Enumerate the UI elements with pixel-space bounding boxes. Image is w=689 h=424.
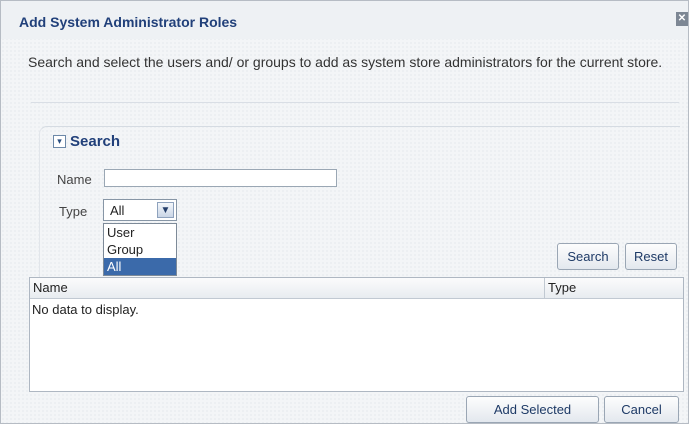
type-label: Type (59, 204, 88, 219)
cancel-button[interactable]: Cancel (604, 396, 679, 423)
type-option-user[interactable]: User (104, 224, 176, 241)
chevron-down-icon[interactable]: ▾ (53, 135, 66, 148)
add-selected-button[interactable]: Add Selected (466, 396, 599, 423)
type-dropdown-list: User Group All (103, 223, 177, 276)
search-section-title: Search (70, 133, 121, 150)
dialog-titlebar: Add System Administrator Roles ✕ (1, 1, 688, 39)
type-select[interactable]: All ▼ (103, 199, 177, 221)
results-table: Name Type No data to display. (29, 277, 684, 392)
type-select-value: All (110, 203, 125, 218)
divider (31, 102, 679, 103)
dialog-description: Search and select the users and/ or grou… (28, 54, 663, 70)
reset-button[interactable]: Reset (625, 243, 677, 270)
column-header-name[interactable]: Name (30, 278, 545, 298)
close-icon[interactable]: ✕ (676, 12, 688, 26)
name-input[interactable] (104, 169, 337, 187)
search-section-toggle[interactable]: ▾ Search (53, 133, 120, 150)
type-option-group[interactable]: Group (104, 241, 176, 258)
dialog-title: Add System Administrator Roles (19, 14, 238, 30)
type-option-all[interactable]: All (104, 258, 176, 275)
name-label: Name (57, 172, 92, 187)
column-header-type[interactable]: Type (545, 278, 683, 298)
chevron-down-icon[interactable]: ▼ (157, 202, 174, 218)
table-header-row: Name Type (30, 278, 683, 299)
add-admin-roles-dialog: Add System Administrator Roles ✕ Search … (0, 0, 689, 424)
search-button[interactable]: Search (557, 243, 619, 270)
empty-table-message: No data to display. (32, 302, 139, 317)
